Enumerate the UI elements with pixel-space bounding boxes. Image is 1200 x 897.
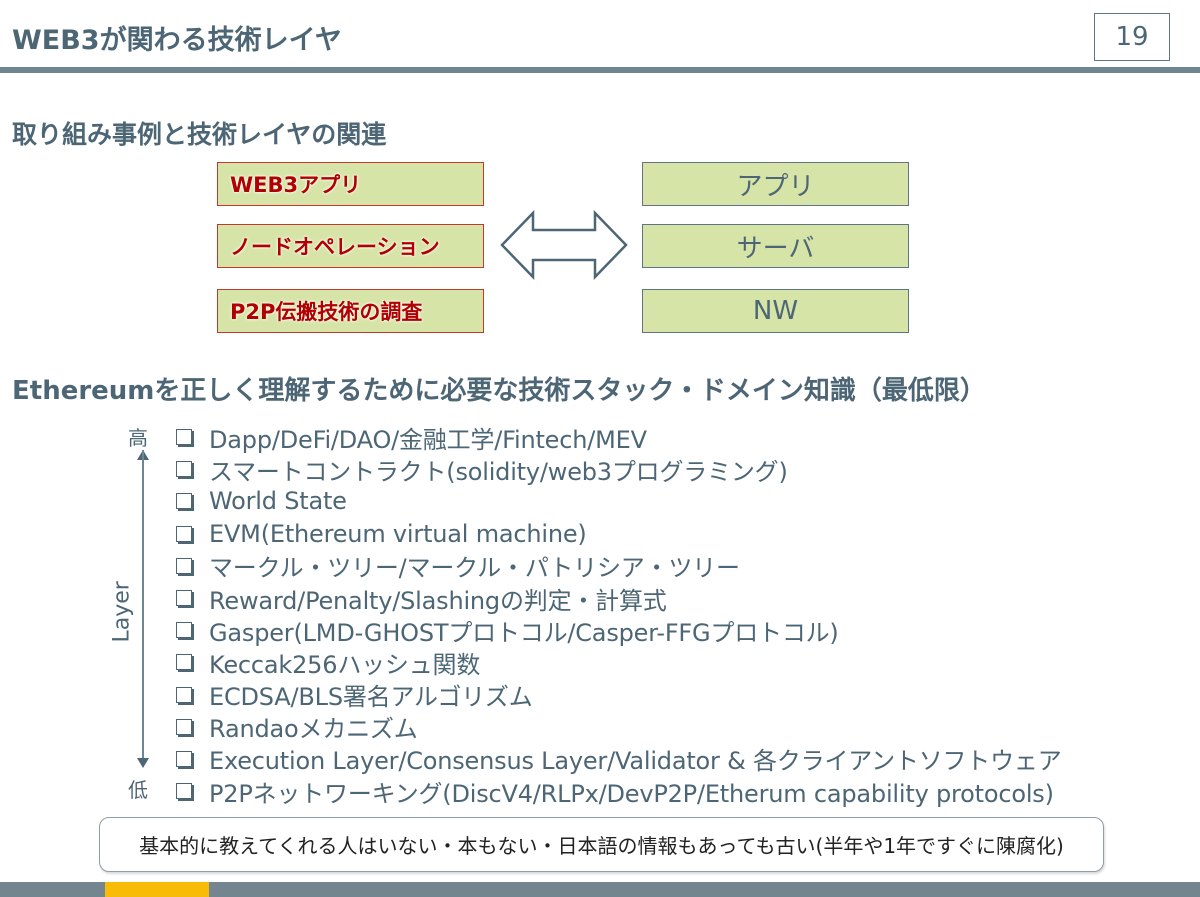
case-label: P2P伝搬技術の調査 [230,300,423,324]
case-box-node-operation: ノードオペレーション [217,224,484,268]
list-item: Execution Layer/Consensus Layer/Validato… [176,743,1062,775]
item-label: World State [209,487,347,516]
case-label: ノードオペレーション [230,235,440,259]
checkbox-icon [176,783,192,800]
item-label: EVM(Ethereum virtual machine) [209,519,587,548]
page-number: 19 [1094,13,1170,61]
layer-label: サーバ [736,233,815,264]
checkbox-icon [176,622,192,639]
item-label: マークル・ツリー/マークル・パトリシア・ツリー [209,554,740,583]
axis-low-label: 低 [128,778,148,802]
list-item: Keccak256ハッシュ関数 [176,646,1062,679]
section-title-tech-stack: Ethereumを正しく理解するために必要な技術スタック・ドメイン知識（最低限） [12,376,986,406]
arrow-down-icon [137,758,149,768]
item-label: Gasper(LMD-GHOSTプロトコル/Casper-FFGプロトコル) [209,618,839,647]
checkbox-icon [176,461,192,478]
item-label: スマートコントラクト(solidity/web3プログラミング) [209,457,788,486]
item-label: P2Pネットワーキング(DiscV4/RLPx/DevP2P/Etherum c… [209,779,1054,808]
item-label: Keccak256ハッシュ関数 [209,650,481,679]
note-text: 基本的に教えてくれる人はいない・本もない・日本語の情報もあっても古い(半年や1年… [139,834,1064,858]
layer-label: アプリ [736,171,815,202]
axis-title: Layer [109,581,135,643]
checkbox-icon [176,654,192,671]
checkbox-icon [176,429,192,446]
item-label: ECDSA/BLS署名アルゴリズム [209,683,533,712]
layer-box-server: サーバ [642,224,909,268]
item-label: Randaoメカニズム [209,715,418,744]
layer-label: NW [752,296,799,326]
axis-high-label: 高 [128,426,148,450]
list-item: P2Pネットワーキング(DiscV4/RLPx/DevP2P/Etherum c… [176,775,1062,808]
case-box-web3-app: WEB3アプリ [217,162,484,206]
double-arrow-icon [500,210,628,280]
case-box-p2p-research: P2P伝搬技術の調査 [217,289,484,333]
list-item: マークル・ツリー/マークル・パトリシア・ツリー [176,550,1062,582]
section-title-cases: 取り組み事例と技術レイヤの関連 [12,120,387,149]
checkbox-icon [176,590,192,607]
slide-title: WEB3が関わる技術レイヤ [12,25,342,56]
checkbox-icon [176,493,192,510]
header-divider [0,67,1200,73]
list-item: ECDSA/BLS署名アルゴリズム [176,679,1062,711]
layer-box-app: アプリ [642,162,909,206]
checkbox-icon [176,686,192,703]
checkbox-icon [176,557,192,574]
checkbox-icon [176,718,192,735]
tech-stack-list: Dapp/DeFi/DAO/金融工学/Fintech/MEV スマートコントラク… [176,421,1062,808]
list-item: Gasper(LMD-GHOSTプロトコル/Casper-FFGプロトコル) [176,614,1062,647]
axis-line [142,450,144,766]
footer-accent [105,882,209,897]
item-label: Reward/Penalty/Slashingの判定・計算式 [209,586,667,615]
layer-axis: 高 Layer 低 [100,420,170,805]
checkbox-icon [176,525,192,542]
list-item: スマートコントラクト(solidity/web3プログラミング) [176,453,1062,486]
item-label: Dapp/DeFi/DAO/金融工学/Fintech/MEV [209,425,647,454]
layer-box-network: NW [642,289,909,333]
note-callout: 基本的に教えてくれる人はいない・本もない・日本語の情報もあっても古い(半年や1年… [99,817,1104,872]
list-item: Reward/Penalty/Slashingの判定・計算式 [176,582,1062,615]
list-item: Randaoメカニズム [176,711,1062,743]
checkbox-icon [176,750,192,767]
list-item: EVM(Ethereum virtual machine) [176,518,1062,550]
case-label: WEB3アプリ [230,173,362,197]
item-label: Execution Layer/Consensus Layer/Validato… [209,747,1062,776]
list-item: Dapp/DeFi/DAO/金融工学/Fintech/MEV [176,421,1062,454]
list-item: World State [176,485,1062,517]
